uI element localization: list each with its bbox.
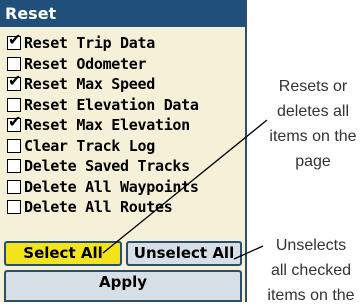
- option-label: Clear Track Log: [24, 136, 155, 155]
- option-delete-all-waypoints[interactable]: Delete All Waypoints: [7, 177, 243, 198]
- checkbox[interactable]: [7, 97, 21, 112]
- option-label: Reset Odometer: [24, 54, 147, 73]
- reset-options-list: ✔ Reset Trip Data Reset Odometer ✔ Reset…: [7, 32, 243, 218]
- option-label: Delete All Routes: [24, 198, 173, 217]
- callout-unselects: Unselects all checked items on the: [261, 233, 361, 308]
- checkmark-icon: ✔: [8, 112, 22, 132]
- callout-line: items on the: [269, 128, 357, 145]
- page-title: Reset: [0, 0, 245, 27]
- checkbox[interactable]: ✔: [7, 114, 21, 133]
- option-label: Delete All Waypoints: [24, 177, 199, 196]
- callout-line: page: [295, 153, 331, 170]
- checkmark-icon: ✔: [8, 71, 22, 91]
- checkmark-icon: ✔: [8, 30, 22, 50]
- checkbox[interactable]: [7, 138, 21, 153]
- checkbox[interactable]: [7, 56, 21, 71]
- option-label: Reset Max Elevation: [24, 116, 190, 135]
- callout-line: Unselects: [275, 237, 347, 254]
- checkbox[interactable]: ✔: [7, 32, 21, 51]
- checkbox[interactable]: [7, 200, 21, 215]
- option-reset-max-elevation[interactable]: ✔ Reset Max Elevation: [7, 114, 243, 136]
- checkbox[interactable]: ✔: [7, 73, 21, 92]
- callout-line: deletes all: [276, 103, 350, 120]
- option-reset-trip-data[interactable]: ✔ Reset Trip Data: [7, 32, 243, 54]
- option-label: Delete Saved Tracks: [24, 157, 190, 176]
- callout-line: items on the: [267, 287, 355, 304]
- option-delete-all-routes[interactable]: Delete All Routes: [7, 197, 243, 218]
- option-reset-elevation-data[interactable]: Reset Elevation Data: [7, 95, 243, 116]
- unselect-all-button[interactable]: Unselect All: [126, 241, 242, 266]
- option-label: Reset Trip Data: [24, 34, 155, 53]
- apply-button[interactable]: Apply: [4, 270, 242, 302]
- callout-resets: Resets or deletes all items on the page: [265, 74, 361, 174]
- callout-line: Resets or: [278, 78, 348, 95]
- option-reset-max-speed[interactable]: ✔ Reset Max Speed: [7, 73, 243, 95]
- option-label: Reset Elevation Data: [24, 95, 199, 114]
- reset-screen: Reset ✔ Reset Trip Data Reset Odometer ✔…: [0, 0, 247, 302]
- select-all-button[interactable]: Select All: [4, 241, 122, 266]
- checkbox[interactable]: [7, 179, 21, 194]
- checkbox[interactable]: [7, 159, 21, 174]
- option-label: Reset Max Speed: [24, 75, 155, 94]
- option-clear-track-log[interactable]: Clear Track Log: [7, 136, 243, 157]
- option-delete-saved-tracks[interactable]: Delete Saved Tracks: [7, 156, 243, 177]
- option-reset-odometer[interactable]: Reset Odometer: [7, 54, 243, 75]
- callout-line: all checked: [270, 262, 352, 279]
